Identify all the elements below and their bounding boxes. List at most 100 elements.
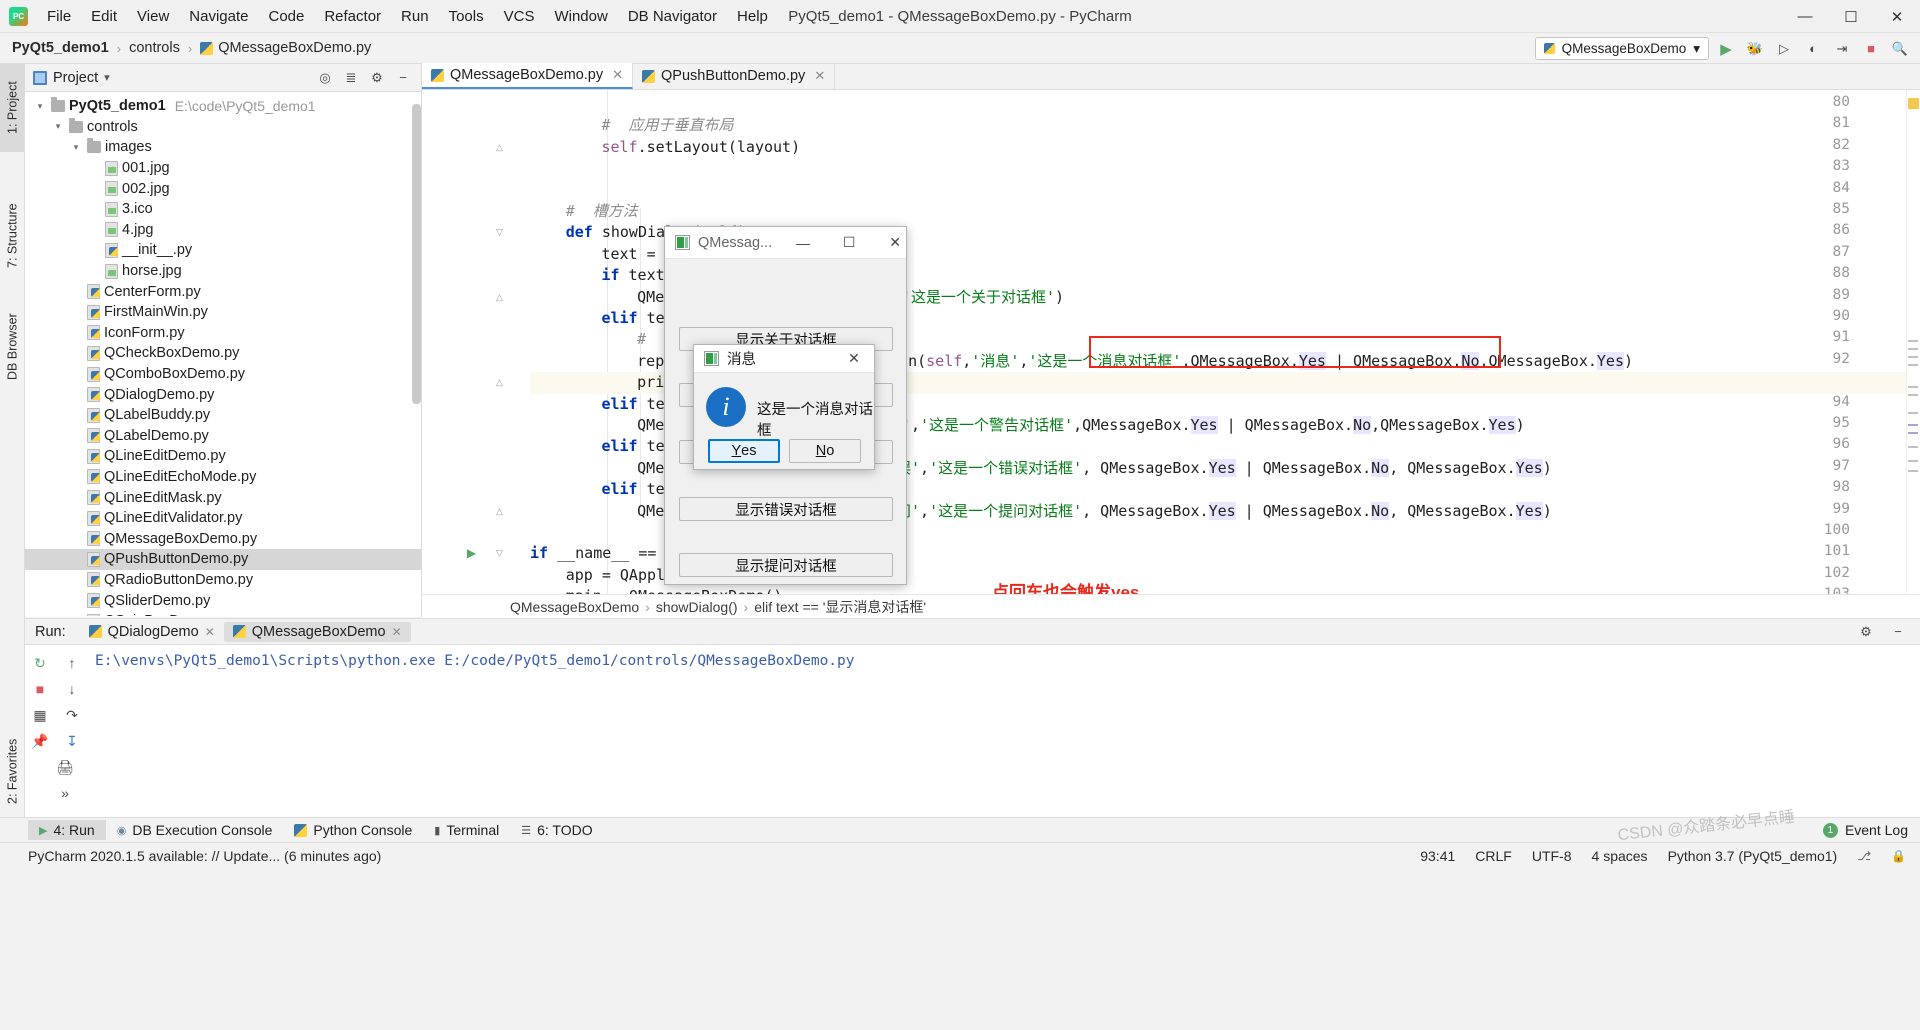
bottom-item-terminal[interactable]: ▮ Terminal [423, 820, 510, 840]
sidebar-item-favorites[interactable]: 2: Favorites [0, 726, 25, 816]
sidebar-item-db-browser[interactable]: DB Browser [0, 292, 25, 402]
tree-row[interactable]: QRadioButtonDemo.py [25, 570, 421, 591]
stop-icon[interactable]: ■ [27, 677, 53, 701]
pin-icon[interactable]: 📌 [27, 729, 53, 753]
breadcrumb-class[interactable]: QMessageBoxDemo [510, 599, 639, 615]
indent-setting[interactable]: 4 spaces [1592, 848, 1648, 864]
down-arrow-icon[interactable]: ↓ [59, 677, 85, 701]
tree-row[interactable]: QLabelDemo.py [25, 426, 421, 447]
run-gutter-icon[interactable]: ▶ [466, 546, 477, 560]
qt-minimize-button[interactable]: — [780, 227, 826, 259]
breadcrumb-file[interactable]: QMessageBoxDemo.py [200, 40, 371, 56]
debug-icon[interactable]: 🐝 [1743, 37, 1767, 61]
close-icon[interactable]: ✕ [392, 625, 402, 639]
stop-icon[interactable]: ■ [1859, 37, 1883, 61]
event-log-label[interactable]: Event Log [1845, 822, 1908, 838]
close-icon[interactable]: ✕ [814, 68, 825, 84]
close-button[interactable]: ✕ [1874, 0, 1920, 33]
settings-icon[interactable]: ⚙ [365, 66, 389, 90]
maximize-button[interactable]: ☐ [1828, 0, 1874, 33]
menu-code[interactable]: Code [258, 5, 314, 28]
status-message[interactable]: PyCharm 2020.1.5 available: // Update...… [28, 848, 381, 864]
menu-window[interactable]: Window [544, 5, 617, 28]
scroll-to-end-icon[interactable]: ↧ [59, 729, 85, 753]
tree-row[interactable]: CenterForm.py [25, 281, 421, 302]
printer-icon[interactable]: 🖨 [52, 755, 78, 779]
locate-icon[interactable]: ◎ [313, 66, 337, 90]
qt-dialog-no-button[interactable]: No [789, 439, 861, 463]
tree-row[interactable]: 3.ico [25, 199, 421, 220]
more-icon[interactable]: » [52, 781, 78, 805]
menu-refactor[interactable]: Refactor [314, 5, 391, 28]
fold-marker[interactable]: △ [494, 506, 505, 517]
menu-tools[interactable]: Tools [439, 5, 494, 28]
menu-edit[interactable]: Edit [81, 5, 127, 28]
tree-row[interactable]: FirstMainWin.py [25, 302, 421, 323]
rerun-icon[interactable]: ↻ [27, 651, 53, 675]
project-tree[interactable]: ▾ PyQt5_demo1 E:\code\PyQt5_demo1 ▾ controls… [25, 92, 421, 616]
tree-row[interactable]: QLineEditEchoMode.py [25, 467, 421, 488]
sidebar-item-structure[interactable]: 7: Structure [0, 182, 25, 290]
python-interpreter[interactable]: Python 3.7 (PyQt5_demo1) [1668, 848, 1838, 864]
breadcrumb-method[interactable]: showDialog() [656, 599, 738, 615]
tree-row[interactable]: 001.jpg [25, 158, 421, 179]
breadcrumb-project[interactable]: PyQt5_demo1 [12, 40, 109, 56]
tree-row[interactable]: 002.jpg [25, 178, 421, 199]
qt-maximize-button[interactable]: ☐ [826, 227, 872, 259]
run-console-output[interactable]: E:\venvs\PyQt5_demo1\Scripts\python.exe … [87, 645, 1920, 818]
breadcrumb-folder[interactable]: controls [129, 40, 180, 56]
tree-row[interactable]: QLabelBuddy.py [25, 405, 421, 426]
fold-marker[interactable]: △ [494, 377, 505, 388]
menu-navigate[interactable]: Navigate [179, 5, 258, 28]
breadcrumb-branch[interactable]: elif text == '显示消息对话框' [754, 597, 926, 617]
tab-qmessageboxdemo[interactable]: QMessageBoxDemo.py ✕ [422, 63, 634, 89]
tab-qpushbuttondemo[interactable]: QPushButtonDemo.py ✕ [633, 63, 836, 89]
tree-row[interactable]: QPushButtonDemo.py [25, 549, 421, 570]
bottom-item-db-execution-console[interactable]: ◉ DB Execution Console [106, 820, 284, 840]
tree-expand-icon[interactable]: ▾ [33, 99, 47, 113]
bottom-item-todo[interactable]: ☰ 6: TODO [510, 820, 603, 840]
branch-icon[interactable]: ⎇ [1857, 849, 1871, 863]
close-icon[interactable]: ✕ [205, 625, 215, 639]
soft-wrap-icon[interactable]: ↷ [59, 703, 85, 727]
qt-button-question[interactable]: 显示提问对话框 [679, 553, 893, 577]
tree-row[interactable]: QComboBoxDemo.py [25, 364, 421, 385]
project-tree-scrollbar[interactable] [412, 104, 421, 404]
qt-dialog-yes-button[interactable]: Yes [708, 439, 780, 463]
hide-icon[interactable]: − [391, 66, 415, 90]
tree-row[interactable]: horse.jpg [25, 261, 421, 282]
sidebar-item-project[interactable]: 1: Project [0, 64, 25, 152]
close-icon[interactable]: ✕ [612, 67, 623, 83]
tree-row[interactable]: ▾ PyQt5_demo1 E:\code\PyQt5_demo1 [25, 96, 421, 117]
tree-row[interactable]: QSliderDemo.py [25, 590, 421, 611]
tree-row[interactable]: QMessageBoxDemo.py [25, 528, 421, 549]
coverage-icon[interactable]: ▷ [1772, 37, 1796, 61]
tree-row[interactable]: QLineEditDemo.py [25, 446, 421, 467]
bottom-item-python-console[interactable]: Python Console [283, 820, 423, 840]
fold-marker[interactable]: ▽ [494, 227, 505, 238]
tree-row[interactable]: 4.jpg [25, 220, 421, 241]
minimize-button[interactable]: — [1782, 0, 1828, 33]
chevron-down-icon[interactable]: ▾ [104, 71, 110, 84]
fold-marker[interactable]: ▽ [494, 548, 505, 559]
minus-icon[interactable]: − [1886, 620, 1910, 644]
caret-position[interactable]: 93:41 [1420, 848, 1455, 864]
qt-dialog-close-button[interactable]: ✕ [834, 345, 874, 373]
menu-file[interactable]: File [37, 5, 81, 28]
up-arrow-icon[interactable]: ↑ [59, 651, 85, 675]
bottom-item-run[interactable]: ▶ 4: Run [28, 820, 106, 840]
menu-vcs[interactable]: VCS [494, 5, 545, 28]
collapse-all-icon[interactable]: ≣ [339, 66, 363, 90]
qt-message-dialog[interactable]: 消息 ✕ i 这是一个消息对话框 Yes No [693, 344, 875, 470]
tree-row[interactable]: IconForm.py [25, 323, 421, 344]
tree-row[interactable]: QLineEditValidator.py [25, 508, 421, 529]
tree-row[interactable]: QLineEditMask.py [25, 487, 421, 508]
menu-view[interactable]: View [127, 5, 179, 28]
fold-marker[interactable]: △ [494, 142, 505, 153]
menu-run[interactable]: Run [391, 5, 439, 28]
run-icon[interactable]: ▶ [1714, 37, 1738, 61]
fold-marker[interactable]: △ [494, 292, 505, 303]
gear-icon[interactable]: ⚙ [1854, 620, 1878, 644]
menu-db-navigator[interactable]: DB Navigator [618, 5, 727, 28]
run-tab-qdialogdemo[interactable]: QDialogDemo ✕ [80, 622, 224, 642]
